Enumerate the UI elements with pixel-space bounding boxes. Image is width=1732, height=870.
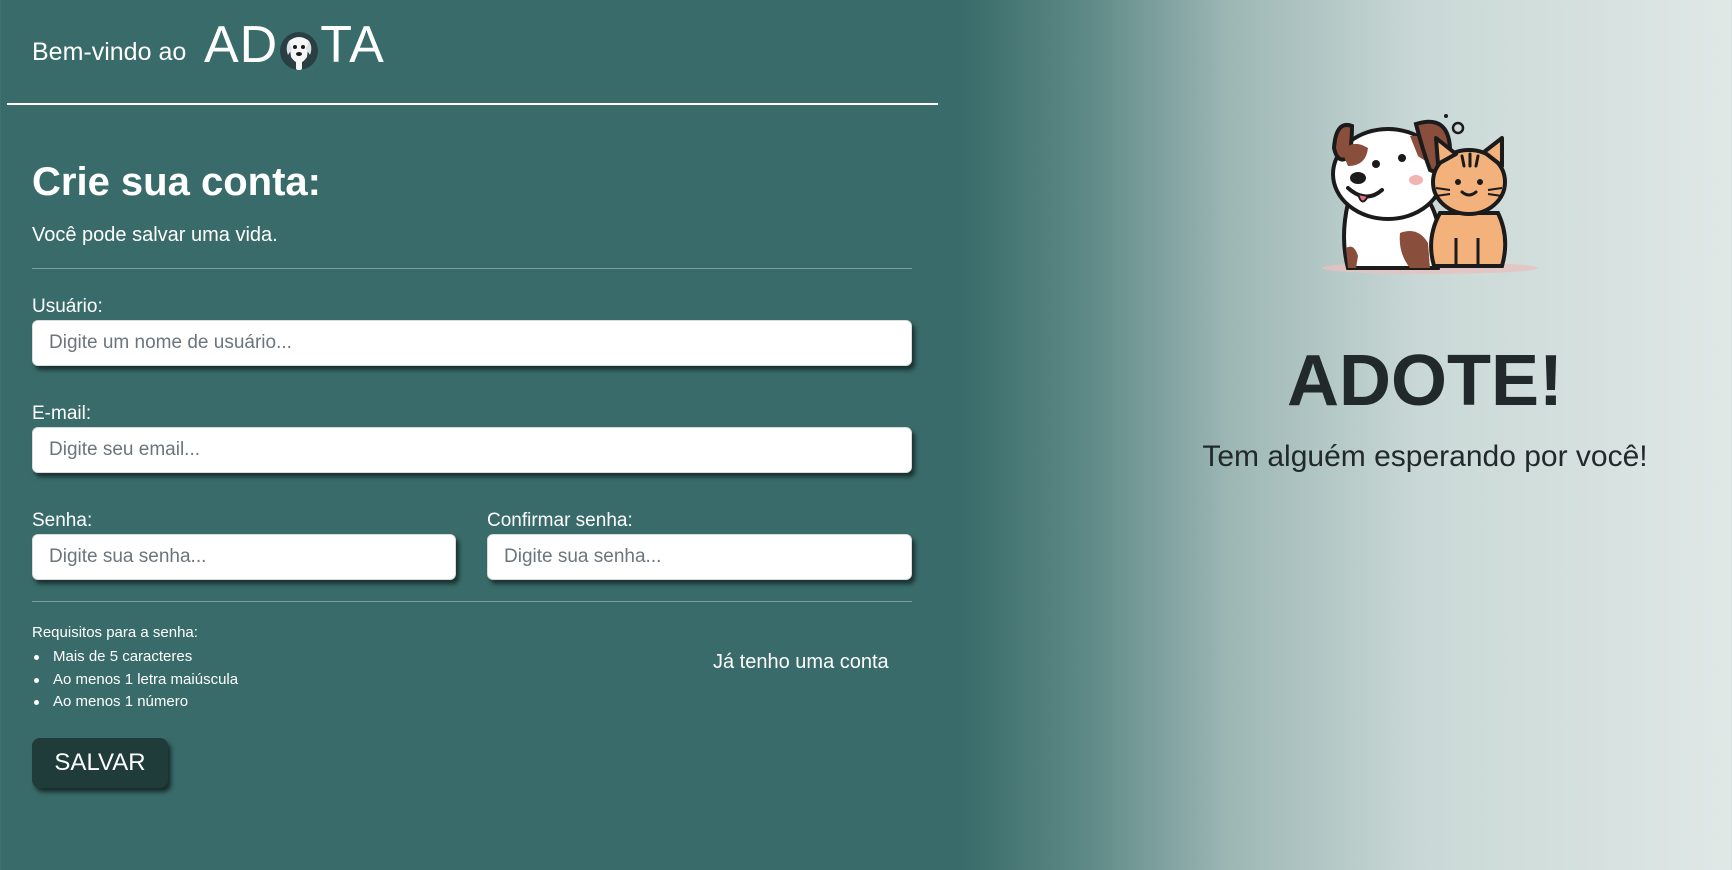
divider [32,268,912,269]
header: Bem-vindo ao AD TA [0,0,938,106]
form-subtitle: Você pode salvar uma vida. [32,224,278,246]
welcome-text: Bem-vindo ao [32,38,187,66]
dog-and-cat-illustration-icon [1318,108,1548,280]
form-title: Crie sua conta: [32,160,321,204]
list-item: Ao menos 1 número [32,691,238,714]
header-divider [7,103,938,105]
username-label: Usuário: [32,296,103,317]
email-label: E-mail: [32,403,92,424]
login-link[interactable]: Já tenho uma conta [713,651,889,674]
password-input[interactable] [32,534,456,580]
password-requirements-title: Requisitos para a senha: [32,624,198,641]
password-requirements-list: Mais de 5 caracteres Ao menos 1 letra ma… [32,646,238,714]
hero-title: ADOTE! [1287,341,1563,421]
hero-tagline: Tem alguém esperando por você! [1202,440,1648,473]
confirm-password-input[interactable] [487,534,912,580]
password-label: Senha: [32,510,93,531]
list-item: Ao menos 1 letra maiúscula [32,669,238,692]
confirm-password-label: Confirmar senha: [487,510,633,531]
logo: AD TA [204,14,385,76]
save-button[interactable]: SALVAR [32,738,168,788]
divider [32,601,912,602]
username-input[interactable] [32,320,912,366]
logo-text-right: TA [320,16,385,74]
dog-face-icon [279,25,319,71]
list-item: Mais de 5 caracteres [32,646,238,669]
email-input[interactable] [32,427,912,473]
logo-text-left: AD [204,16,279,74]
